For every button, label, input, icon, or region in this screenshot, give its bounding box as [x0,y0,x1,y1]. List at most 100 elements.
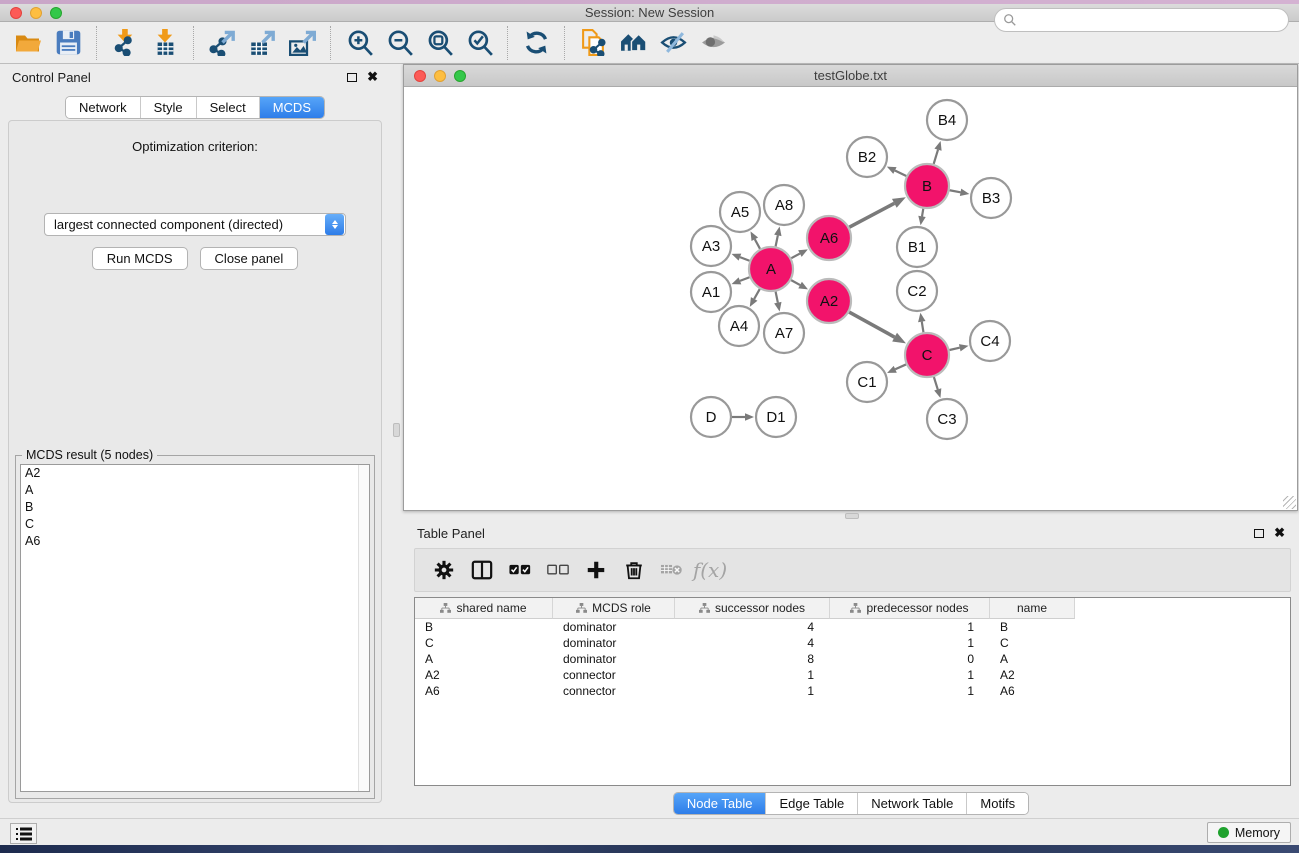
column-header-successor-nodes[interactable]: successor nodes [675,598,830,619]
home-icon[interactable] [613,26,653,60]
close-table-panel-icon[interactable]: ✖ [1274,528,1285,538]
table-row[interactable]: Cdominator41C [415,635,1290,651]
edge-A6-B[interactable] [849,203,894,227]
tab-select[interactable]: Select [196,97,259,118]
edge-C-C1[interactable] [895,364,906,369]
mcds-result-item[interactable]: B [21,499,369,516]
graph-node-B4[interactable]: B4 [927,100,967,140]
graph-node-D[interactable]: D [691,397,731,437]
mcds-result-item[interactable]: A2 [21,465,369,482]
select-all-icon[interactable] [501,552,539,588]
network-from-file-icon[interactable] [573,26,613,60]
table-row[interactable]: A6connector11A6 [415,683,1290,699]
delete-column-icon[interactable] [615,552,653,588]
graph-node-C4[interactable]: C4 [970,321,1010,361]
table-row[interactable]: Bdominator41B [415,619,1290,635]
edge-A-A4[interactable] [754,289,760,299]
graph-node-B[interactable]: B [905,164,949,208]
edge-A2-C[interactable] [849,312,894,337]
add-column-icon[interactable] [577,552,615,588]
graph-node-B3[interactable]: B3 [971,178,1011,218]
import-table-icon[interactable] [145,26,185,60]
graph-node-B2[interactable]: B2 [847,137,887,177]
edge-B-B2[interactable] [895,170,906,176]
edge-C-C2[interactable] [922,322,924,333]
zoom-out-icon[interactable] [379,26,419,60]
edge-C-C4[interactable] [949,348,959,350]
mcds-result-item[interactable]: A6 [21,533,369,550]
split-table-icon[interactable] [463,552,501,588]
tab-mcds[interactable]: MCDS [259,97,324,118]
run-mcds-button[interactable]: Run MCDS [92,247,188,270]
search-input[interactable] [1017,13,1288,27]
graph-node-C2[interactable]: C2 [897,271,937,311]
tab-edge-table[interactable]: Edge Table [765,793,857,814]
close-panel-icon[interactable]: ✖ [367,72,378,82]
zoom-in-icon[interactable] [339,26,379,60]
column-header-shared-name[interactable]: shared name [415,598,553,619]
graph-node-A2[interactable]: A2 [807,279,851,323]
network-window-titlebar[interactable]: testGlobe.txt [404,65,1297,87]
table-row[interactable]: Adominator80A [415,651,1290,667]
edge-A-A3[interactable] [740,257,750,261]
graph-node-A7[interactable]: A7 [764,313,804,353]
tab-motifs[interactable]: Motifs [966,793,1028,814]
memory-button[interactable]: Memory [1207,822,1291,843]
list-scrollbar[interactable] [358,465,369,791]
graph-node-C1[interactable]: C1 [847,362,887,402]
optimization-criterion-dropdown[interactable]: largest connected component (directed) [44,213,346,236]
network-canvas[interactable]: AA1A2A3A4A5A6A7A8BB1B2B3B4CC1C2C3C4DD1 [404,87,1297,510]
export-table-icon[interactable] [242,26,282,60]
edge-C-C3[interactable] [934,377,938,389]
graph-node-A4[interactable]: A4 [719,306,759,346]
edge-B-B4[interactable] [934,150,938,164]
refresh-icon[interactable] [516,26,556,60]
mcds-result-item[interactable]: A [21,482,369,499]
open-session-icon[interactable] [8,26,48,60]
search-box[interactable] [994,8,1289,32]
graph-node-A1[interactable]: A1 [691,272,731,312]
export-image-icon[interactable] [282,26,322,60]
graph-node-C[interactable]: C [905,333,949,377]
graph-node-D1[interactable]: D1 [756,397,796,437]
graph-node-A5[interactable]: A5 [720,192,760,232]
column-header-predecessor-nodes[interactable]: predecessor nodes [830,598,990,619]
save-session-icon[interactable] [48,26,88,60]
edge-A-A8[interactable] [776,235,778,246]
graph-node-C3[interactable]: C3 [927,399,967,439]
edge-A-A5[interactable] [755,239,760,249]
table-settings-icon[interactable] [425,552,463,588]
horizontal-splitter-grip[interactable] [845,513,859,519]
graph-node-A6[interactable]: A6 [807,216,851,260]
zoom-fit-icon[interactable] [419,26,459,60]
tab-style[interactable]: Style [140,97,196,118]
float-panel-icon[interactable] [347,73,357,82]
edge-A-A1[interactable] [740,277,750,281]
export-network-icon[interactable] [202,26,242,60]
graph-node-A8[interactable]: A8 [764,185,804,225]
edge-A-A2[interactable] [791,280,800,285]
import-network-icon[interactable] [105,26,145,60]
column-header-MCDS-role[interactable]: MCDS role [553,598,675,619]
zoom-selected-icon[interactable] [459,26,499,60]
graph-node-A[interactable]: A [749,247,793,291]
tab-network-table[interactable]: Network Table [857,793,966,814]
deselect-all-icon[interactable] [539,552,577,588]
close-panel-button[interactable]: Close panel [200,247,299,270]
tab-node-table[interactable]: Node Table [674,793,766,814]
edge-A-A7[interactable] [776,292,778,303]
float-table-panel-icon[interactable] [1254,529,1264,538]
tab-network[interactable]: Network [66,97,140,118]
task-history-button[interactable] [10,823,37,844]
edge-B-B3[interactable] [950,190,961,192]
window-resize-grip[interactable] [1283,496,1296,509]
show-all-icon[interactable] [693,26,733,60]
table-row[interactable]: A2connector11A2 [415,667,1290,683]
vertical-splitter-grip[interactable] [393,423,400,437]
edge-A-A6[interactable] [791,254,800,259]
mcds-result-item[interactable]: C [21,516,369,533]
hide-selected-icon[interactable] [653,26,693,60]
column-header-name[interactable]: name [990,598,1075,619]
mcds-result-list[interactable]: A2ABCA6 [20,464,370,792]
graph-node-B1[interactable]: B1 [897,227,937,267]
